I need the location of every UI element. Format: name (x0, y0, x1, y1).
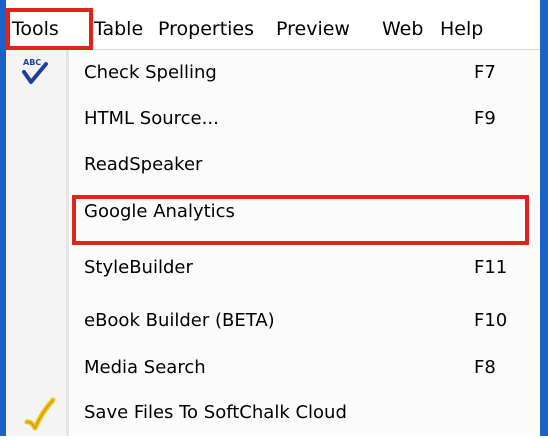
checkmark-save-icon (24, 396, 56, 440)
menu-table[interactable]: Table (94, 14, 143, 44)
menu-item-label: HTML Source... (84, 108, 219, 129)
spellcheck-icon: ABC (20, 56, 50, 92)
tools-highlight-box (6, 8, 93, 50)
menu-item-label: StyleBuilder (84, 257, 193, 278)
menu-item-label: eBook Builder (BETA) (84, 310, 275, 331)
menu-item-shortcut: F8 (474, 357, 496, 378)
window-frame-right (540, 0, 548, 436)
menu-item-label: Check Spelling (84, 62, 217, 83)
menu-item-label: Save Files To SoftChalk Cloud (84, 402, 347, 423)
menu-item-shortcut: F10 (474, 310, 508, 331)
menu-item-ebook-builder[interactable]: eBook Builder (BETA) F10 (6, 298, 540, 344)
menu-item-save-softchalk-cloud[interactable]: Save Files To SoftChalk Cloud (6, 390, 540, 436)
menu-item-label: Media Search (84, 357, 206, 378)
google-analytics-highlight-box (72, 195, 529, 245)
softchalk-window: Tools Table Properties Preview Web Help … (0, 0, 548, 436)
menu-item-label: ReadSpeaker (84, 154, 203, 175)
menu-item-html-source[interactable]: HTML Source... F9 (6, 96, 540, 142)
menu-help[interactable]: Help (440, 14, 483, 44)
menu-item-media-search[interactable]: Media Search F8 (6, 345, 540, 391)
menu-item-shortcut: F7 (474, 62, 496, 83)
spellcheck-icon-text: ABC (23, 58, 41, 67)
menu-item-shortcut: F9 (474, 108, 496, 129)
menu-preview[interactable]: Preview (276, 14, 350, 44)
menu-item-check-spelling[interactable]: ABC Check Spelling F7 (6, 50, 540, 96)
menu-properties[interactable]: Properties (158, 14, 254, 44)
menu-item-shortcut: F11 (474, 257, 508, 278)
menu-item-stylebuilder[interactable]: StyleBuilder F11 (6, 245, 540, 291)
menu-item-readspeaker[interactable]: ReadSpeaker (6, 142, 540, 188)
menu-web[interactable]: Web (382, 14, 423, 44)
